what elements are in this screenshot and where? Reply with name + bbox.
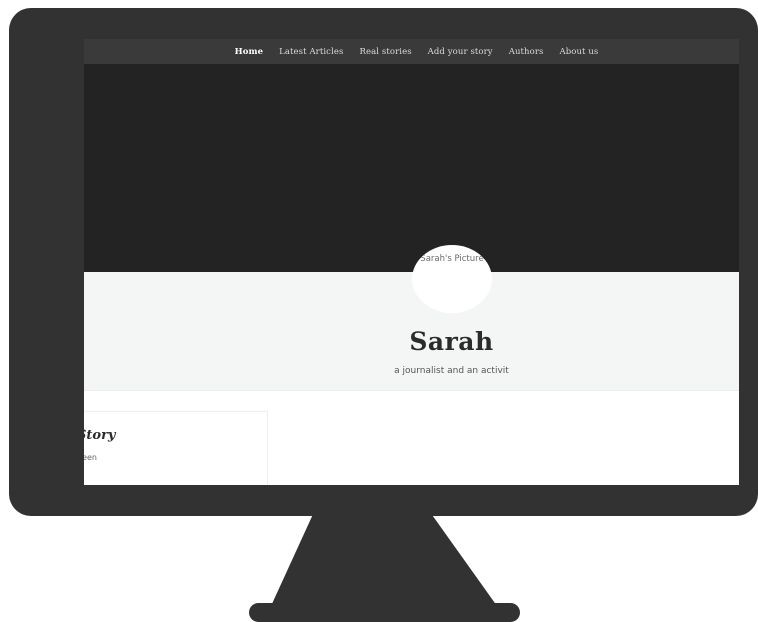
section-divider <box>84 390 739 391</box>
avatar: Sarah's Picture <box>412 245 492 313</box>
nav-item-add-your-story[interactable]: Add your story <box>428 47 493 57</box>
avatar-alt-text: Sarah's Picture <box>420 254 484 264</box>
hero-banner <box>84 64 739 272</box>
nav-item-authors[interactable]: Authors <box>509 47 544 57</box>
monitor-frame: Home Latest Articles Real stories Add yo… <box>9 8 758 516</box>
profile-name: Sarah <box>409 327 494 356</box>
website-screen: Home Latest Articles Real stories Add yo… <box>84 39 739 485</box>
story-card-title[interactable]: Story <box>84 428 115 443</box>
story-card[interactable]: Story Seen <box>84 411 268 485</box>
nav-links: Home Latest Articles Real stories Add yo… <box>235 47 599 57</box>
stand-base <box>249 603 520 622</box>
nav-item-real-stories[interactable]: Real stories <box>359 47 411 57</box>
nav-item-home[interactable]: Home <box>235 47 264 57</box>
top-navigation: Home Latest Articles Real stories Add yo… <box>84 39 739 64</box>
nav-item-latest-articles[interactable]: Latest Articles <box>279 47 343 57</box>
nav-item-about-us[interactable]: About us <box>559 47 598 57</box>
story-card-subtitle: Seen <box>84 453 97 462</box>
stand-neck-shape <box>271 512 497 606</box>
profile-bio: a journalist and an activit <box>394 366 509 376</box>
device-mockup: Home Latest Articles Real stories Add yo… <box>0 0 758 622</box>
